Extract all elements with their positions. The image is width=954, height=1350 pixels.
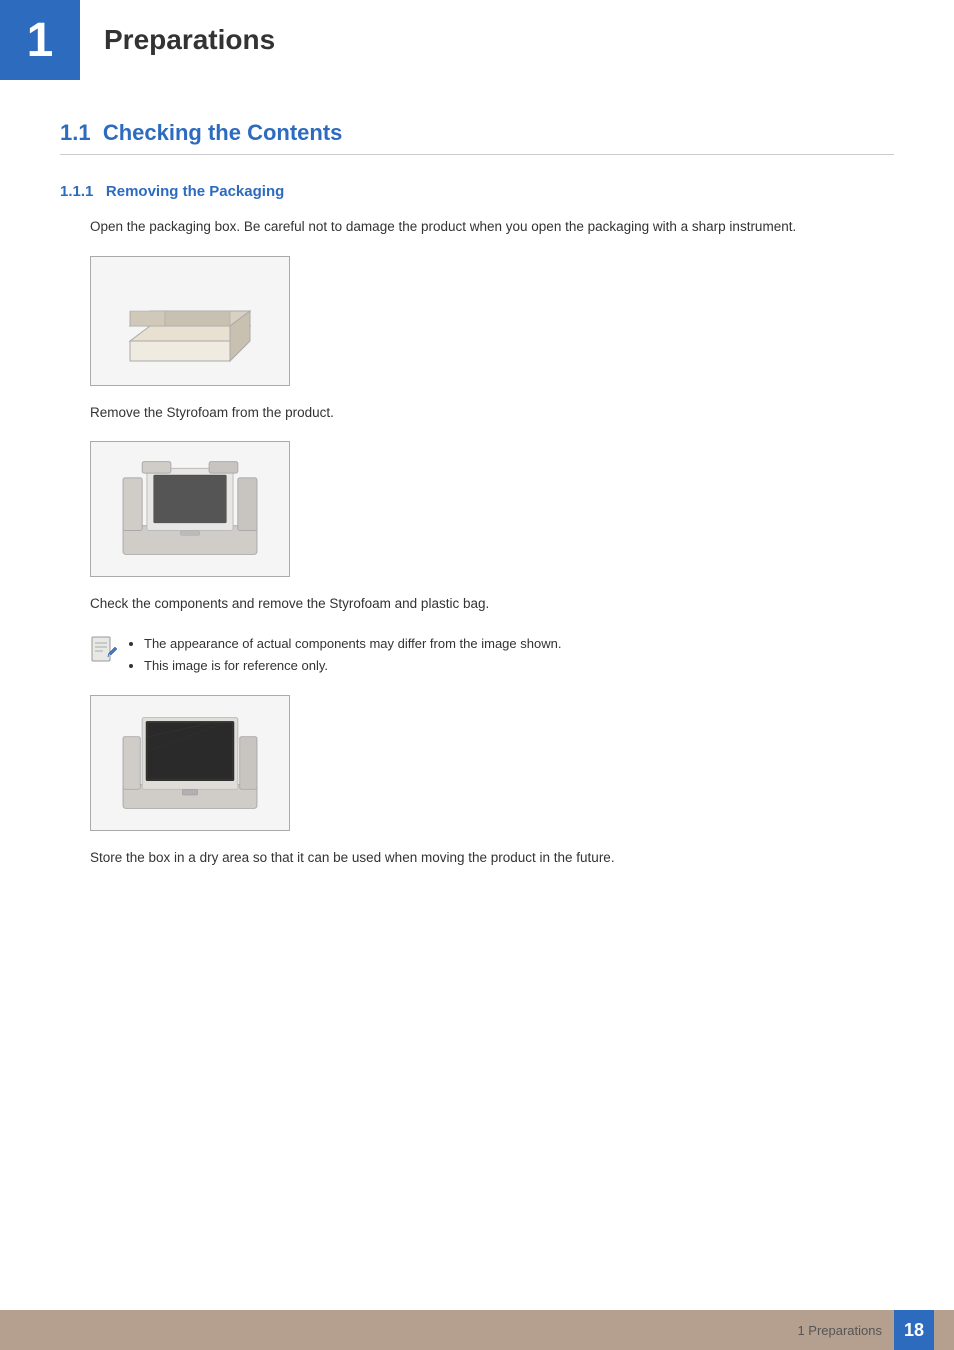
note-block: The appearance of actual components may … [90,633,894,677]
content-area: 1.1 Checking the Contents 1.1.1 Removing… [0,120,954,967]
section-111-heading: 1.1.1 Removing the Packaging [60,183,894,200]
chapter-title: Preparations [80,0,275,80]
monitor-foam-image [90,441,290,577]
note-list: The appearance of actual components may … [128,633,561,677]
note-icon [90,635,118,663]
subsection-content: Open the packaging box. Be careful not t… [60,216,894,869]
remove-styrofoam-text: Remove the Styrofoam from the product. [90,402,894,424]
page-number: 18 [894,1310,934,1350]
page-footer: 1 Preparations 18 [0,1310,954,1350]
note-item-2: This image is for reference only. [144,655,561,677]
monitor-screen-image [90,695,290,831]
open-box-text: Open the packaging box. Be careful not t… [90,216,894,238]
carton-image [90,256,290,386]
chapter-number: 1 [0,0,80,80]
store-box-text: Store the box in a dry area so that it c… [90,847,894,869]
chapter-header: 1 Preparations [0,0,954,80]
footer-text: 1 Preparations [797,1323,882,1338]
monitor-foam-svg [110,454,270,564]
check-components-text: Check the components and remove the Styr… [90,593,894,615]
section-11-heading: 1.1 Checking the Contents [60,120,894,155]
monitor-screen-svg [110,708,270,818]
note-item-1: The appearance of actual components may … [144,633,561,655]
carton-svg [110,271,270,371]
